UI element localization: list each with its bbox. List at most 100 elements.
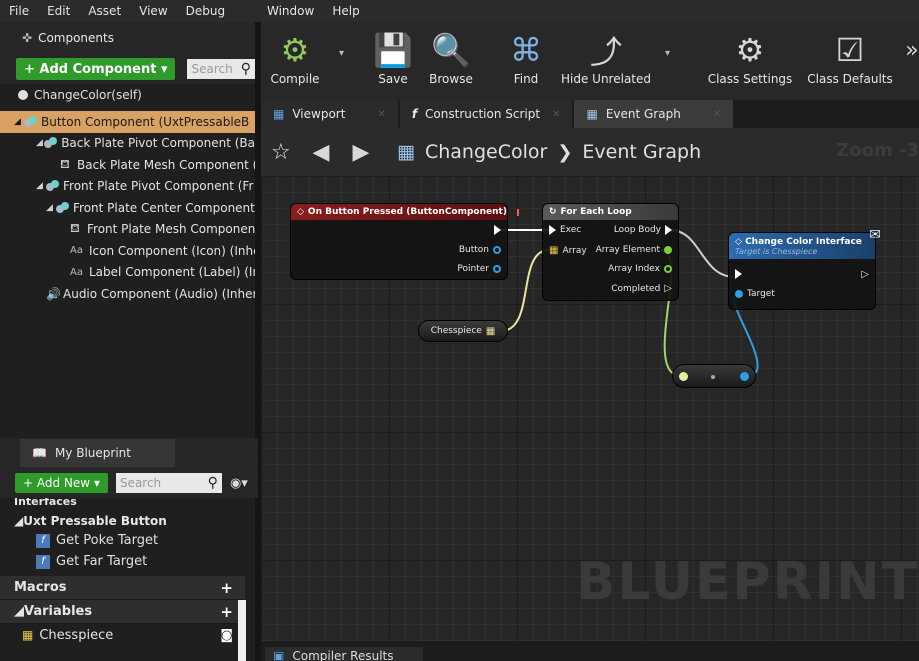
expand-arrow-icon[interactable]: ◢ <box>36 181 46 191</box>
interface-exec-out-pin[interactable]: ▷ <box>861 269 869 280</box>
back-arrow-icon[interactable]: ◀ <box>301 140 341 165</box>
exec-in-icon <box>735 269 742 279</box>
close-icon[interactable]: ✕ <box>713 109 721 120</box>
interface-group[interactable]: ◢Uxt Pressable Button <box>0 511 245 530</box>
variable-item[interactable]: ▦ Chesspiece ◙ <box>0 624 245 646</box>
tab-event-graph[interactable]: ▦ Event Graph ✕ <box>574 100 734 128</box>
tree-item[interactable]: Aa Icon Component (Icon) (Inher <box>0 240 255 262</box>
event-button-pin[interactable]: Button <box>459 245 501 255</box>
breadcrumb-blueprint[interactable]: ChangeColor <box>425 141 547 163</box>
forward-arrow-icon[interactable]: ▶ <box>341 140 381 165</box>
tab-my-blueprint[interactable]: 📖 My Blueprint <box>20 439 175 467</box>
reroute-out-pin[interactable] <box>740 372 749 381</box>
tree-item[interactable]: Aa Label Component (Label) (Inl <box>0 262 255 284</box>
tab-components[interactable]: ✜ Components <box>22 31 114 45</box>
menu-group-right: Window Help <box>258 4 369 18</box>
class-defaults-button[interactable]: ☑ Class Defaults <box>807 28 893 86</box>
binoculars-icon: ⌘ <box>510 31 542 69</box>
menu-item-asset[interactable]: Asset <box>79 4 130 18</box>
breadcrumb-graph[interactable]: Event Graph <box>582 141 701 163</box>
function-item[interactable]: f Get Far Target <box>0 551 245 572</box>
reroute-node[interactable] <box>672 364 756 388</box>
loop-icon: ↻ <box>549 207 557 217</box>
tree-item[interactable]: ⛾ Back Plate Mesh Component (I <box>0 154 255 176</box>
exec-in-icon <box>549 225 556 235</box>
chevron-right-icon: ❯ <box>557 141 573 163</box>
event-node-title: On Button Pressed (ButtonComponent) <box>307 207 507 217</box>
menu-item-edit[interactable]: Edit <box>38 4 79 18</box>
graph-canvas[interactable]: ◇ On Button Pressed (ButtonComponent) Bu… <box>261 176 919 641</box>
event-pointer-pin[interactable]: Pointer <box>457 264 501 274</box>
visibility-eye-icon[interactable]: ◙ <box>220 628 233 643</box>
expand-arrow-icon[interactable]: ◢ <box>36 138 44 148</box>
browse-button[interactable]: 🔍 Browse <box>425 28 477 86</box>
tab-compiler-results[interactable]: ▣ Compiler Results <box>265 647 423 661</box>
add-component-button[interactable]: + Add Component ▾ <box>16 58 176 80</box>
macros-label: Macros <box>14 580 67 595</box>
interface-exec-in-pin[interactable] <box>735 269 742 279</box>
loop-completed-pin[interactable]: Completed ▷ <box>611 283 672 294</box>
menu-item-debug[interactable]: Debug <box>177 4 234 18</box>
compile-button[interactable]: ⚙ Compile ▾ <box>269 28 344 86</box>
components-header: ✜ Components <box>0 22 255 54</box>
menu-item-view[interactable]: View <box>130 4 176 18</box>
tree-item[interactable]: ◢ Front Plate Pivot Component (Fr <box>0 176 255 198</box>
tree-item[interactable]: ◢ Button Component (UxtPressableB <box>0 111 255 133</box>
tree-item-label: Back Plate Pivot Component (Ba <box>61 136 255 151</box>
delegate-pin-icon[interactable] <box>516 208 519 216</box>
tab-construction-script[interactable]: f Construction Script ✕ <box>399 100 573 128</box>
menu-item-file[interactable]: File <box>0 4 38 18</box>
close-icon[interactable]: ✕ <box>552 109 560 120</box>
macros-section[interactable]: Macros + <box>0 576 245 600</box>
class-settings-button[interactable]: ⚙ Class Settings <box>707 28 793 86</box>
menu-item-window[interactable]: Window <box>258 4 323 18</box>
tab-viewport[interactable]: ▦ Viewport ✕ <box>261 100 398 128</box>
components-search-input[interactable]: Search ⚲ <box>187 59 255 79</box>
change-color-interface-node[interactable]: ◇ Change Color Interface Target is Chess… <box>728 227 881 310</box>
tree-item[interactable]: ◢ Back Plate Pivot Component (Ba <box>0 133 255 155</box>
find-button[interactable]: ⌘ Find <box>505 28 547 86</box>
tree-item[interactable]: ◢ Front Plate Center Component <box>0 197 255 219</box>
interfaces-section[interactable]: Interfaces <box>0 498 245 508</box>
for-each-loop-node[interactable]: ↻ For Each Loop Exec ▦ Array Loop Body Ar… <box>542 203 679 301</box>
variables-section[interactable]: ◢Variables + <box>0 600 245 624</box>
tree-item[interactable]: ⛾ Front Plate Mesh Component <box>0 219 255 241</box>
loop-exec-in-pin[interactable]: Exec <box>549 225 581 235</box>
components-toolbar: + Add Component ▾ Search ⚲ <box>0 54 255 84</box>
self-row[interactable]: ChangeColor(self) <box>0 84 255 106</box>
components-tab-label: Components <box>38 31 114 45</box>
my-blueprint-scrollbar[interactable] <box>238 600 246 661</box>
mesh-icon: ⛾ <box>60 156 70 171</box>
my-blueprint-search-input[interactable]: Search ⚲ <box>115 473 222 493</box>
tab-event-graph-label: Event Graph <box>605 107 681 121</box>
expand-arrow-icon[interactable]: ◢ <box>46 203 56 213</box>
star-icon[interactable]: ☆ <box>271 140 301 165</box>
loop-body-pin[interactable]: Loop Body <box>614 225 672 235</box>
event-exec-out-pin[interactable] <box>494 225 501 235</box>
close-icon[interactable]: ✕ <box>377 109 385 120</box>
function-item[interactable]: f Get Poke Target <box>0 530 245 551</box>
loop-array-index-pin[interactable]: Array Index <box>608 264 672 274</box>
menu-item-help[interactable]: Help <box>323 4 368 18</box>
hide-unrelated-button[interactable]: ⤴ Hide Unrelated ▾ <box>561 28 670 86</box>
graph-icon: ▦ <box>397 141 415 163</box>
class-defaults-icon: ☑ <box>835 31 865 69</box>
add-macro-icon[interactable]: + <box>220 579 233 597</box>
tree-item[interactable]: 🔊 Audio Component (Audio) (Inheri <box>0 283 255 305</box>
eye-icon[interactable]: ◉▾ <box>230 476 248 491</box>
exec-out-icon <box>665 225 672 235</box>
int-pin-icon <box>664 265 672 273</box>
interface-target-pin[interactable]: Target <box>735 289 775 299</box>
expand-arrow-icon[interactable]: ◢ <box>14 117 24 127</box>
blueprint-watermark: BLUEPRINT <box>575 552 919 612</box>
add-variable-icon[interactable]: + <box>220 603 233 621</box>
event-node-header: ◇ On Button Pressed (ButtonComponent) <box>291 204 519 220</box>
chesspiece-variable-node[interactable]: Chesspiece ▦ <box>418 320 508 342</box>
loop-array-pin[interactable]: ▦ Array <box>549 245 587 256</box>
event-node[interactable]: ◇ On Button Pressed (ButtonComponent) Bu… <box>290 203 519 280</box>
reroute-in-pin[interactable] <box>679 372 688 381</box>
save-button[interactable]: 💾 Save <box>371 28 415 86</box>
loop-array-element-pin[interactable]: Array Element <box>596 245 672 255</box>
toolbar-overflow-button[interactable]: » <box>905 28 919 72</box>
add-new-button[interactable]: + Add New ▾ <box>15 473 108 493</box>
